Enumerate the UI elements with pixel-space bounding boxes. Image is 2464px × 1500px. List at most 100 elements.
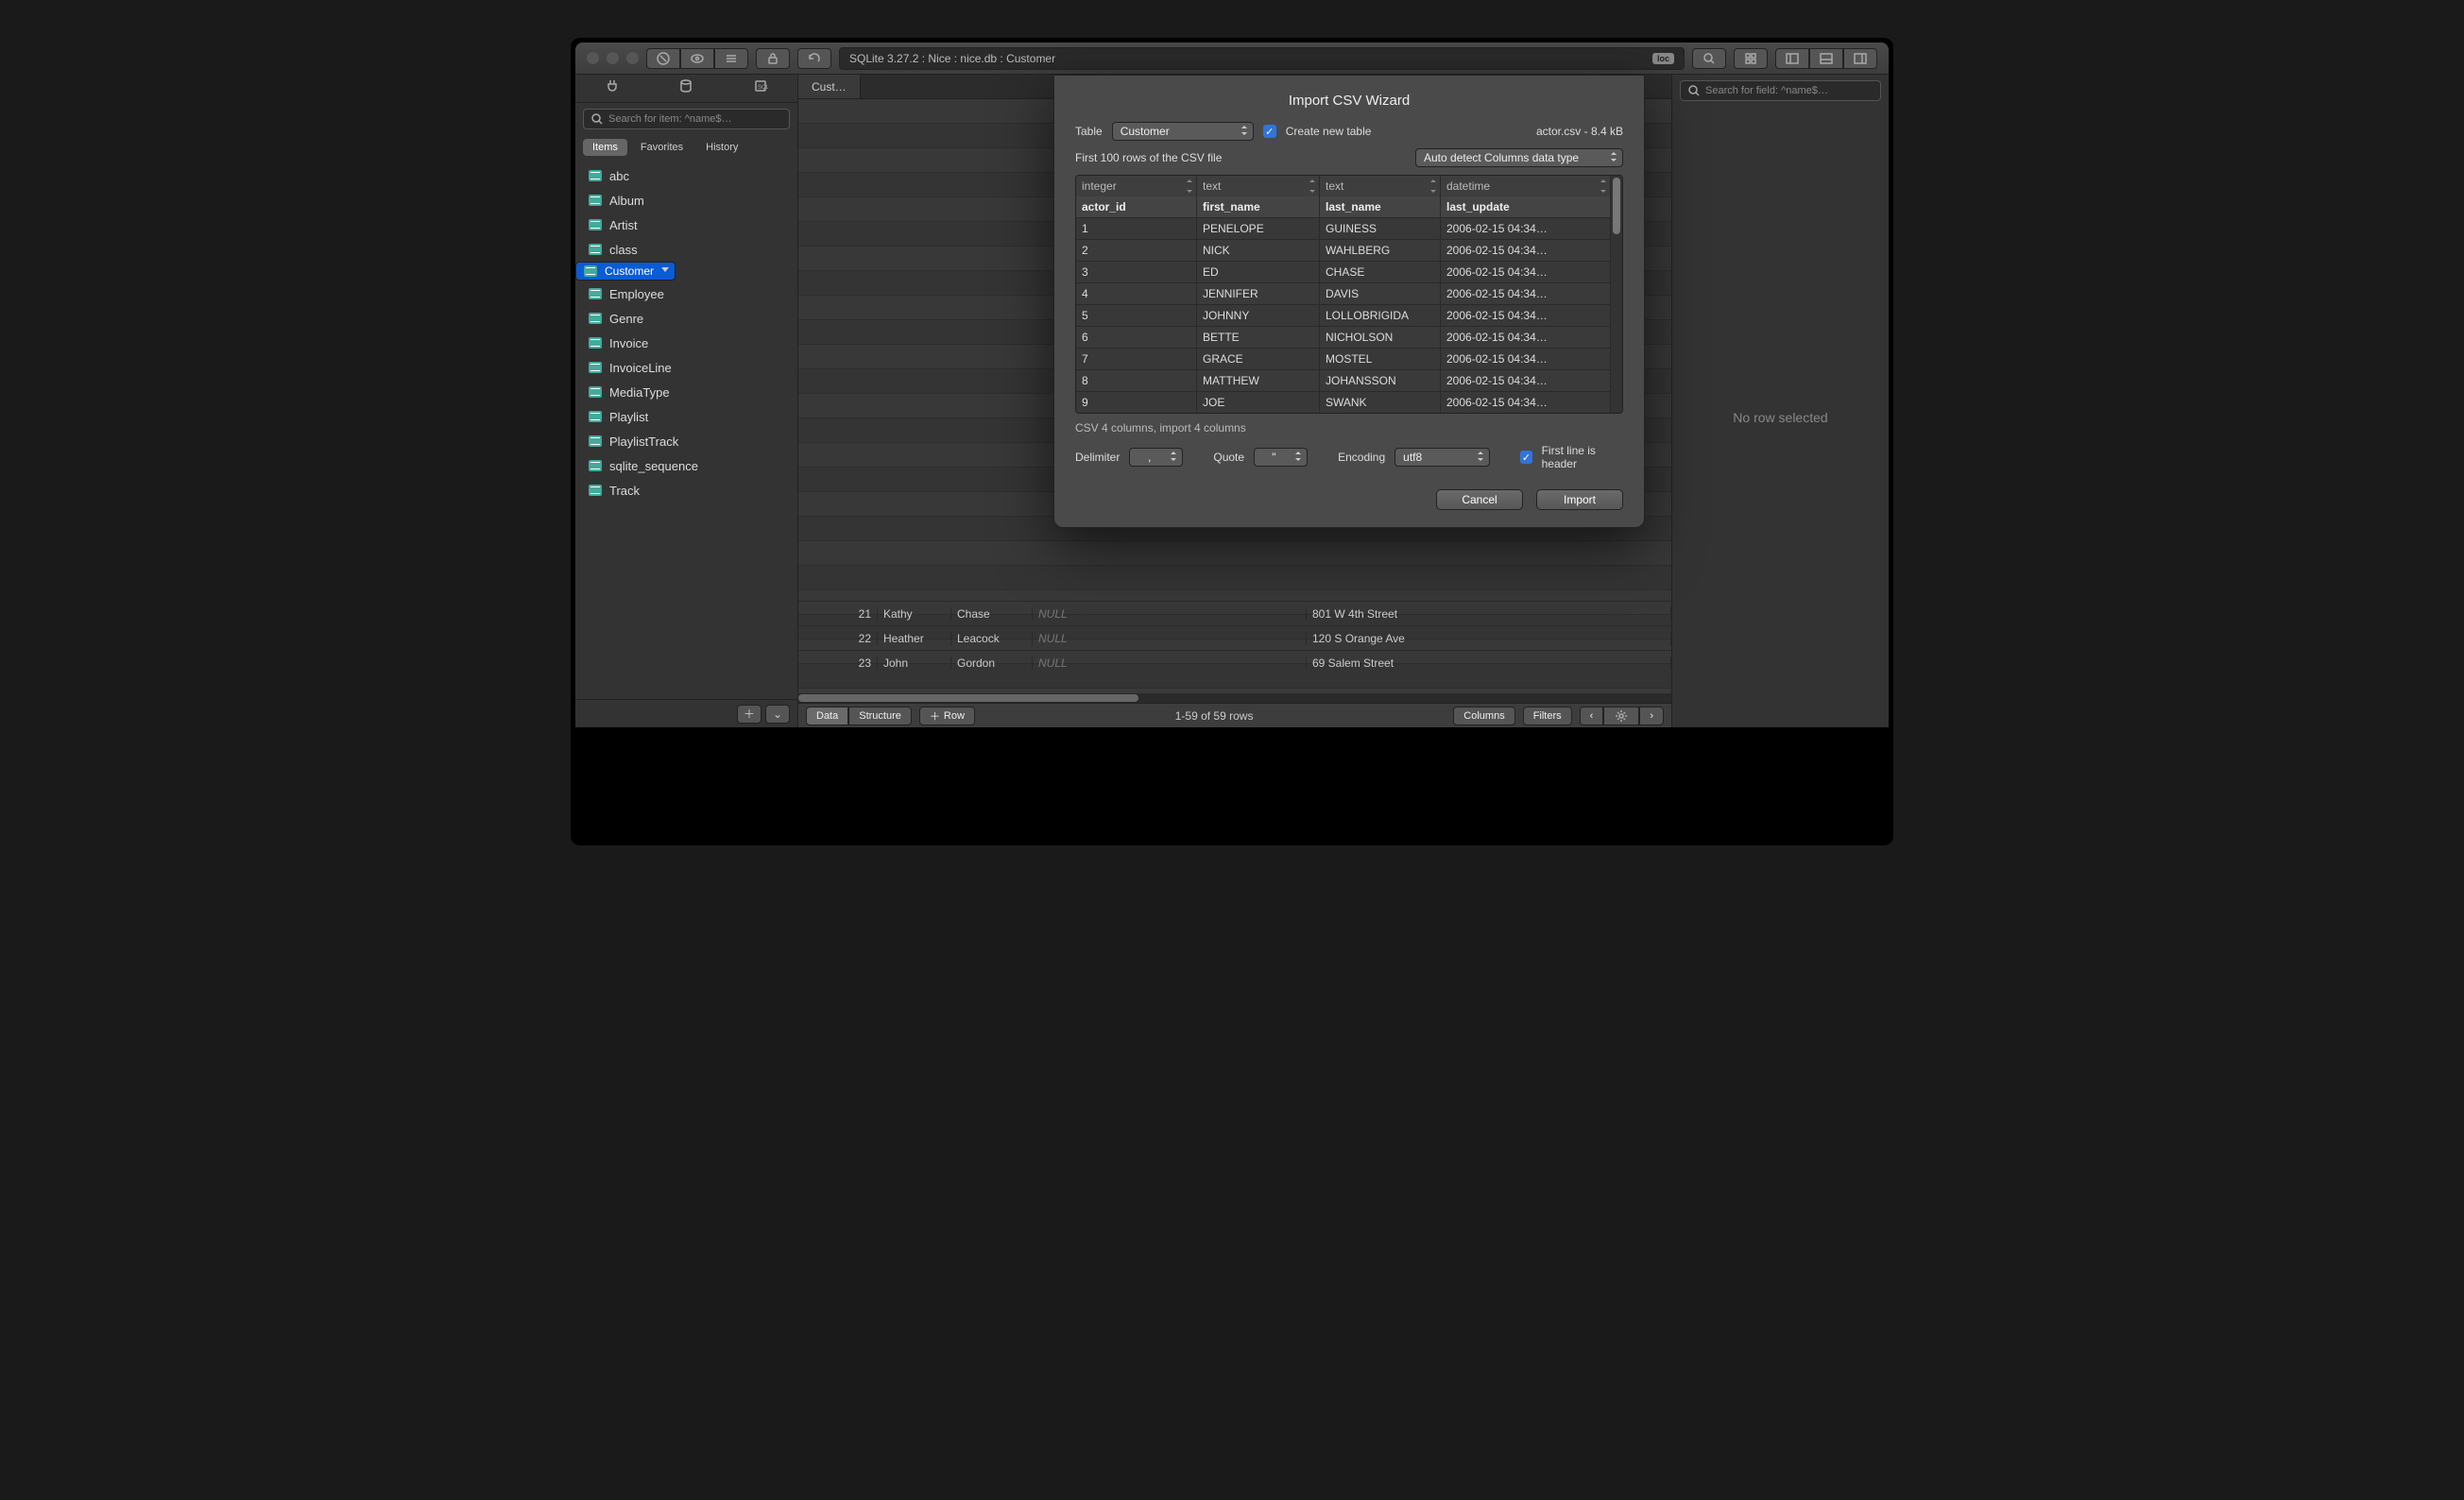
svg-text:SQL: SQL xyxy=(758,85,768,91)
first-line-header-checkbox[interactable]: ✓ xyxy=(1520,451,1531,464)
sidebar-item-playlist[interactable]: Playlist xyxy=(575,404,797,429)
table-icon xyxy=(589,288,602,299)
scope-favorites[interactable]: Favorites xyxy=(631,139,693,156)
sidebar-item-class[interactable]: class xyxy=(575,237,797,262)
sidebar-item-invoiceline[interactable]: InvoiceLine xyxy=(575,355,797,380)
filters-button[interactable]: Filters xyxy=(1523,707,1572,725)
sidebar-item-mediatype[interactable]: MediaType xyxy=(575,380,797,404)
structure-tab[interactable]: Structure xyxy=(848,707,912,725)
sidebar-item-artist[interactable]: Artist xyxy=(575,213,797,237)
path-text: SQLite 3.27.2 : Nice : nice.db : Custome… xyxy=(849,52,1055,65)
path-bar[interactable]: SQLite 3.27.2 : Nice : nice.db : Custome… xyxy=(839,47,1685,70)
minimize-window[interactable] xyxy=(607,52,619,64)
lines-button[interactable] xyxy=(714,48,748,69)
create-new-table-label: Create new table xyxy=(1286,125,1372,138)
sidebar-item-track[interactable]: Track xyxy=(575,478,797,503)
preview-row[interactable]: 2NICKWAHLBERG2006-02-15 04:34… xyxy=(1076,239,1611,261)
table-row[interactable]: 21KathyChaseNULL801 W 4th Street xyxy=(798,601,1671,625)
delimiter-select[interactable]: , xyxy=(1129,448,1183,467)
quote-label: Quote xyxy=(1213,451,1244,464)
sidebar-item-genre[interactable]: Genre xyxy=(575,306,797,331)
preview-button[interactable] xyxy=(680,48,714,69)
sidebar-item-employee[interactable]: Employee xyxy=(575,281,797,306)
no-selection-label: No row selected xyxy=(1672,107,1889,727)
field-search[interactable]: Search for field: ^name$… xyxy=(1680,80,1881,101)
preview-row[interactable]: 6BETTENICHOLSON2006-02-15 04:34… xyxy=(1076,326,1611,348)
tab-customer[interactable]: Cust… xyxy=(798,75,861,98)
preview-row[interactable]: 5JOHNNYLOLLOBRIGIDA2006-02-15 04:34… xyxy=(1076,304,1611,326)
preview-row[interactable]: 1PENELOPEGUINESS2006-02-15 04:34… xyxy=(1076,217,1611,239)
scope-history[interactable]: History xyxy=(696,139,747,156)
search-button[interactable] xyxy=(1692,48,1726,69)
sidebar-item-playlisttrack[interactable]: PlaylistTrack xyxy=(575,429,797,453)
quote-select[interactable]: " xyxy=(1254,448,1308,467)
sidebar-item-abc[interactable]: abc xyxy=(575,163,797,188)
table-icon xyxy=(589,435,602,447)
import-button[interactable]: Import xyxy=(1536,489,1623,510)
preview-row[interactable]: 4JENNIFERDAVIS2006-02-15 04:34… xyxy=(1076,282,1611,304)
col-type-2[interactable]: text xyxy=(1320,176,1441,196)
lock-button[interactable] xyxy=(756,48,790,69)
table-icon xyxy=(589,362,602,373)
sidebar-item-sqlite_sequence[interactable]: sqlite_sequence xyxy=(575,453,797,478)
horizontal-scrollbar[interactable] xyxy=(798,693,1671,703)
add-item-button[interactable]: ＋ xyxy=(737,705,761,724)
preview-row[interactable]: 7GRACEMOSTEL2006-02-15 04:34… xyxy=(1076,348,1611,369)
col-type-3[interactable]: datetime xyxy=(1441,176,1611,196)
table-icon xyxy=(589,244,602,255)
sidebar-item-customer[interactable]: Customer xyxy=(575,262,676,281)
scope-items[interactable]: Items xyxy=(583,139,627,156)
table-icon xyxy=(589,485,602,496)
first-rows-label: First 100 rows of the CSV file xyxy=(1075,151,1222,164)
panel-right-icon[interactable] xyxy=(1843,48,1877,69)
cancel-button[interactable]: Cancel xyxy=(1436,489,1523,510)
preview-row[interactable]: 3EDCHASE2006-02-15 04:34… xyxy=(1076,261,1611,282)
grid-icon[interactable] xyxy=(1734,48,1768,69)
sidebar-item-album[interactable]: Album xyxy=(575,188,797,213)
sql-icon[interactable]: SQL xyxy=(753,78,768,98)
sidebar: SQL Search for item: ^name$… Items Favor… xyxy=(575,75,798,727)
col-header-3: last_update xyxy=(1441,196,1611,217)
table-icon xyxy=(589,219,602,230)
create-new-table-checkbox[interactable]: ✓ xyxy=(1263,125,1276,138)
col-type-1[interactable]: text xyxy=(1197,176,1320,196)
first-line-header-label: First line is header xyxy=(1542,444,1623,470)
table-select[interactable]: Customer xyxy=(1112,122,1254,141)
sidebar-item-invoice[interactable]: Invoice xyxy=(575,331,797,355)
table-icon xyxy=(589,195,602,206)
preview-row[interactable]: 8MATTHEWJOHANSSON2006-02-15 04:34… xyxy=(1076,369,1611,391)
window-controls xyxy=(587,52,639,64)
detail-panel: Search for field: ^name$… No row selecte… xyxy=(1671,75,1889,727)
panel-bottom-icon[interactable] xyxy=(1809,48,1843,69)
table-row[interactable]: 23JohnGordonNULL69 Salem Street xyxy=(798,650,1671,674)
column-summary: CSV 4 columns, import 4 columns xyxy=(1075,421,1623,435)
close-window[interactable] xyxy=(587,52,599,64)
autodetect-select[interactable]: Auto detect Columns data type xyxy=(1415,148,1623,167)
add-row-button[interactable]: ＋ Row xyxy=(919,707,975,725)
row-status: 1-59 of 59 rows xyxy=(983,709,1446,723)
panel-left-icon[interactable] xyxy=(1775,48,1809,69)
table-icon xyxy=(589,313,602,324)
table-row[interactable]: 22HeatherLeacockNULL120 S Orange Ave xyxy=(798,625,1671,650)
main: Cust… 21KathyChaseNULL801 W 4th Street22… xyxy=(798,75,1671,727)
preview-scrollbar[interactable] xyxy=(1611,176,1622,413)
reload-button[interactable] xyxy=(797,48,831,69)
stop-button[interactable] xyxy=(646,48,680,69)
col-header-0: actor_id xyxy=(1076,196,1197,217)
preview-row[interactable]: 9JOESWANK2006-02-15 04:34… xyxy=(1076,391,1611,413)
database-icon[interactable] xyxy=(678,78,693,98)
add-item-menu[interactable]: ⌄ xyxy=(765,705,790,724)
columns-button[interactable]: Columns xyxy=(1453,707,1514,725)
dialog-title: Import CSV Wizard xyxy=(1075,93,1623,109)
data-tab[interactable]: Data xyxy=(806,707,848,725)
plug-icon[interactable] xyxy=(605,78,620,98)
col-header-1: first_name xyxy=(1197,196,1320,217)
encoding-select[interactable]: utf8 xyxy=(1395,448,1490,467)
page-prev[interactable]: ‹ xyxy=(1580,707,1604,725)
col-type-0[interactable]: integer xyxy=(1076,176,1197,196)
table-icon xyxy=(589,337,602,349)
page-settings[interactable] xyxy=(1603,707,1639,725)
page-next[interactable]: › xyxy=(1639,707,1664,725)
zoom-window[interactable] xyxy=(626,52,639,64)
sidebar-search[interactable]: Search for item: ^name$… xyxy=(583,109,790,129)
